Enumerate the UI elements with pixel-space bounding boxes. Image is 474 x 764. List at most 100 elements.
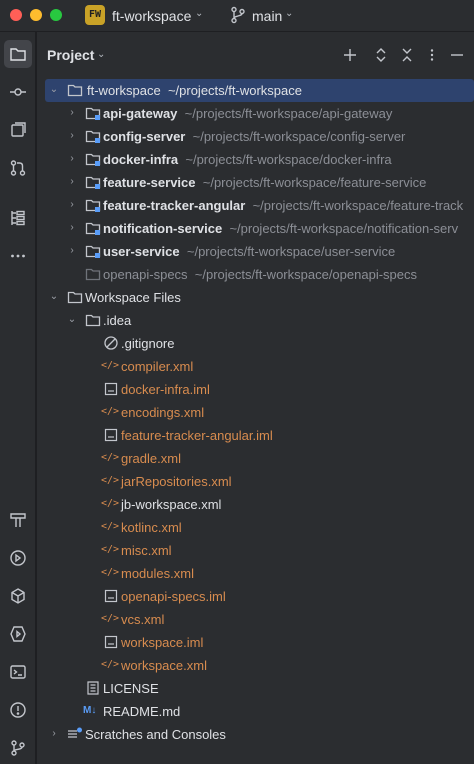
project-switcher[interactable]: ft-workspace <box>112 8 191 24</box>
tree-row-idea[interactable]: ⌄ .idea <box>37 309 474 332</box>
tree-row-file[interactable]: </> encodings.xml <box>37 401 474 424</box>
module-name: feature-service <box>103 175 196 190</box>
tree-row-module[interactable]: › docker-infra ~/projects/ft-workspace/do… <box>37 148 474 171</box>
tree-row-file[interactable]: docker-infra.iml <box>37 378 474 401</box>
readme-label: README.md <box>103 704 181 719</box>
module-file-icon <box>104 635 118 649</box>
tree-root-row[interactable]: ⌄ ft-workspace ~/projects/ft-workspace <box>45 79 474 102</box>
close-window-button[interactable] <box>10 9 22 21</box>
commit-icon[interactable] <box>4 78 32 106</box>
branch-switcher[interactable]: main <box>252 8 282 24</box>
select-opened-file-icon[interactable] <box>371 45 391 65</box>
problems-package-icon[interactable] <box>4 582 32 610</box>
tree-row-file[interactable]: </> gradle.xml <box>37 447 474 470</box>
collapse-all-icon[interactable] <box>397 45 417 65</box>
tree-row-file[interactable]: feature-tracker-angular.iml <box>37 424 474 447</box>
tree-row-module[interactable]: › config-server ~/projects/ft-workspace/c… <box>37 125 474 148</box>
module-path: ~/projects/ft-workspace/notification-ser… <box>229 221 459 236</box>
terminal-icon[interactable] <box>4 658 32 686</box>
tree-row-file[interactable]: </> kotlinc.xml <box>37 516 474 539</box>
git-branch-icon[interactable] <box>230 6 246 24</box>
tree-row-module[interactable]: › feature-service ~/projects/ft-workspace… <box>37 171 474 194</box>
module-name: docker-infra <box>103 152 179 167</box>
file-label: gradle.xml <box>121 451 181 466</box>
tree-row-file[interactable]: .gitignore <box>37 332 474 355</box>
tree-row-module[interactable]: › feature-tracker-angular ~/projects/ft-w… <box>37 194 474 217</box>
xml-file-icon: </> <box>101 544 120 555</box>
tree-row-license[interactable]: LICENSE <box>37 677 474 700</box>
tree-row-file[interactable]: </> jb-workspace.xml <box>37 493 474 516</box>
tree-row-readme[interactable]: M↓ README.md <box>37 700 474 723</box>
services-icon[interactable] <box>4 544 32 572</box>
tree-row-openapi-specs[interactable]: openapi-specs ~/projects/ft-workspace/op… <box>37 263 474 286</box>
tree-row-file[interactable]: </> workspace.xml <box>37 654 474 677</box>
tree-row-module[interactable]: › notification-service ~/projects/ft-work… <box>37 217 474 240</box>
expand-arrow-icon[interactable]: ⌄ <box>47 82 61 98</box>
run-icon[interactable] <box>4 620 32 648</box>
root-path: ~/projects/ft-workspace <box>167 83 302 98</box>
file-label: kotlinc.xml <box>121 520 182 535</box>
chevron-down-icon[interactable]: ⌄ <box>285 8 293 19</box>
panel-title[interactable]: Project <box>47 47 94 63</box>
tree-row-file[interactable]: workspace.iml <box>37 631 474 654</box>
collapsed-arrow-icon[interactable]: › <box>47 726 61 742</box>
expand-arrow-icon[interactable]: ⌄ <box>47 289 61 305</box>
tree-row-workspace-files[interactable]: ⌄ Workspace Files <box>37 286 474 309</box>
tree-row-file[interactable]: </> jarRepositories.xml <box>37 470 474 493</box>
hide-panel-icon[interactable] <box>447 45 467 65</box>
tree-row-file[interactable]: </> modules.xml <box>37 562 474 585</box>
project-folder-icon[interactable] <box>4 40 32 68</box>
tree-row-module[interactable]: › user-service ~/projects/ft-workspace/us… <box>37 240 474 263</box>
module-path: ~/projects/ft-workspace/docker-infra <box>185 152 392 167</box>
module-folder-icon <box>85 153 101 166</box>
options-menu-icon[interactable] <box>422 45 442 65</box>
module-file-icon <box>104 428 118 442</box>
module-path: ~/projects/ft-workspace/api-gateway <box>184 106 393 121</box>
zoom-window-button[interactable] <box>50 9 62 21</box>
pull-requests-icon[interactable] <box>4 154 32 182</box>
chevron-down-icon[interactable]: ⌄ <box>97 49 105 60</box>
collapsed-arrow-icon[interactable]: › <box>65 128 79 144</box>
collapsed-arrow-icon[interactable]: › <box>65 220 79 236</box>
project-badge[interactable]: FW <box>85 5 105 25</box>
more-tools-icon[interactable] <box>4 242 32 270</box>
structure-icon[interactable] <box>4 204 32 232</box>
new-file-icon[interactable] <box>340 45 360 65</box>
module-name: user-service <box>103 244 180 259</box>
module-folder-icon <box>85 199 101 212</box>
minimize-window-button[interactable] <box>30 9 42 21</box>
xml-file-icon: </> <box>101 567 120 578</box>
tool-window-strip <box>0 32 36 764</box>
project-tool-window: Project ⌄ ⌄ ft-workspace ~/projects/ft-w… <box>37 32 474 764</box>
idea-folder-label: .idea <box>103 313 132 328</box>
bookmarks-icon[interactable] <box>4 116 32 144</box>
collapsed-arrow-icon[interactable]: › <box>65 197 79 213</box>
expand-arrow-icon[interactable]: ⌄ <box>65 312 79 328</box>
tree-row-file[interactable]: </> misc.xml <box>37 539 474 562</box>
collapsed-arrow-icon[interactable]: › <box>65 105 79 121</box>
collapsed-arrow-icon[interactable]: › <box>65 243 79 259</box>
file-label: .gitignore <box>121 336 175 351</box>
chevron-down-icon[interactable]: ⌄ <box>195 8 203 19</box>
build-hammer-icon[interactable] <box>4 506 32 534</box>
tree-row-file[interactable]: </> compiler.xml <box>37 355 474 378</box>
collapsed-arrow-icon[interactable]: › <box>65 174 79 190</box>
file-label: vcs.xml <box>121 612 165 627</box>
module-path: ~/projects/ft-workspace/feature-service <box>202 175 427 190</box>
tree-row-file[interactable]: </> vcs.xml <box>37 608 474 631</box>
module-path: ~/projects/ft-workspace/config-server <box>192 129 406 144</box>
module-path: ~/projects/ft-workspace/user-service <box>186 244 396 259</box>
module-name: feature-tracker-angular <box>103 198 246 213</box>
problems-icon[interactable] <box>4 696 32 724</box>
module-path: ~/projects/ft-workspace/feature-track <box>252 198 464 213</box>
tree-row-file[interactable]: openapi-specs.iml <box>37 585 474 608</box>
xml-file-icon: </> <box>101 521 120 532</box>
git-icon[interactable] <box>4 734 32 762</box>
tree-row-scratches[interactable]: › Scratches and Consoles <box>37 723 474 746</box>
license-label: LICENSE <box>103 681 159 696</box>
collapsed-arrow-icon[interactable]: › <box>65 151 79 167</box>
module-path: ~/projects/ft-workspace/openapi-specs <box>194 267 417 282</box>
markdown-icon: M↓ <box>83 705 97 716</box>
tree-row-module[interactable]: › api-gateway ~/projects/ft-workspace/api… <box>37 102 474 125</box>
xml-file-icon: </> <box>101 613 120 624</box>
